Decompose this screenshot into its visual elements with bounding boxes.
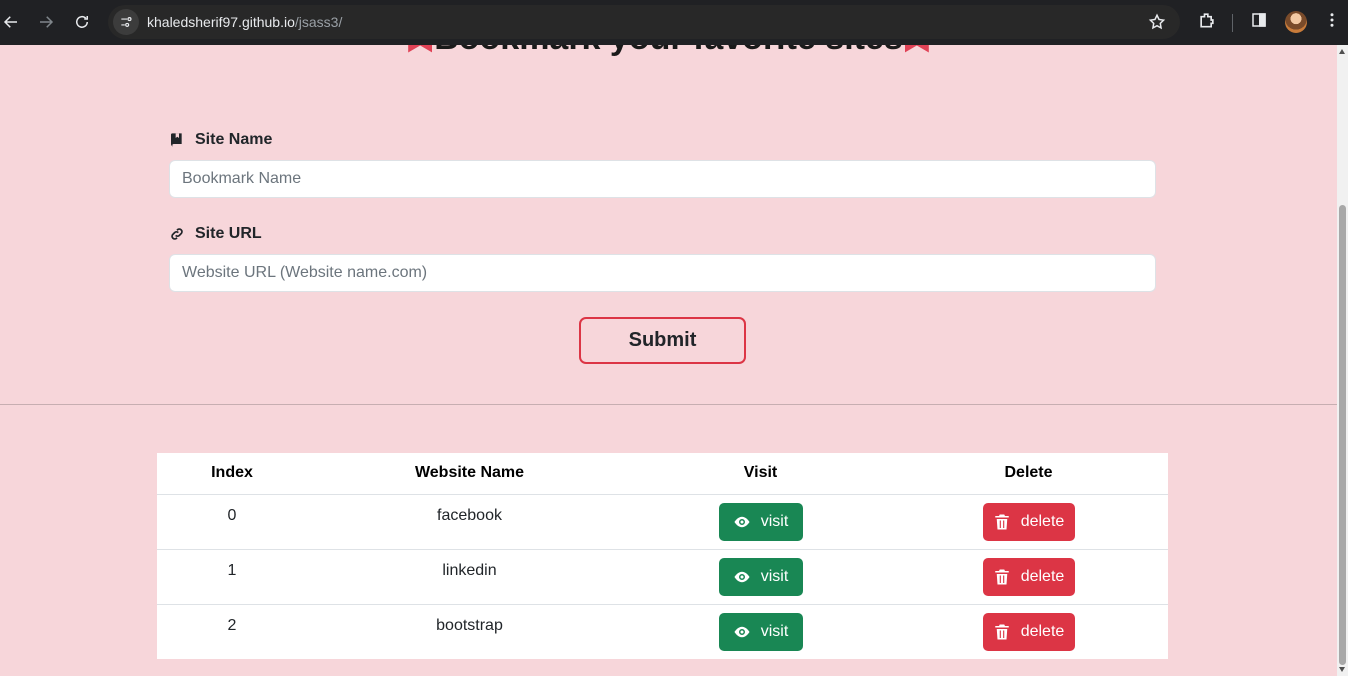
visit-button[interactable]: visit bbox=[718, 502, 803, 541]
delete-button[interactable]: delete bbox=[982, 612, 1075, 651]
extensions-icon[interactable] bbox=[1197, 10, 1217, 30]
column-header-index: Index bbox=[157, 453, 307, 495]
visit-button[interactable]: visit bbox=[718, 612, 803, 651]
site-name-input[interactable] bbox=[169, 160, 1156, 198]
page-title: Bookmark your favorite sites bbox=[434, 45, 903, 58]
visit-button-label: visit bbox=[760, 512, 789, 530]
site-name-label-text: Site Name bbox=[195, 131, 273, 148]
delete-button-label: delete bbox=[1020, 622, 1065, 640]
side-panel-icon[interactable] bbox=[1250, 10, 1268, 30]
delete-button[interactable]: delete bbox=[982, 502, 1075, 541]
page-scrollbar[interactable] bbox=[1337, 45, 1348, 676]
site-url-label-text: Site URL bbox=[195, 225, 262, 242]
link-icon bbox=[171, 228, 183, 240]
visit-button[interactable]: visit bbox=[718, 557, 803, 596]
page-content: Bookmark your favorite sites Site Name S… bbox=[0, 45, 1337, 676]
section-divider bbox=[0, 404, 1337, 405]
page-heading: Bookmark your favorite sites bbox=[0, 45, 1337, 58]
delete-button-label: delete bbox=[1020, 512, 1065, 530]
browser-toolbar: khaledsherif97.github.io/jsass3/ bbox=[0, 0, 1348, 45]
row-website-name: linkedin bbox=[307, 549, 632, 605]
trash-icon bbox=[994, 624, 1009, 640]
table-header-row: Index Website Name Visit Delete bbox=[157, 453, 1168, 495]
row-index: 2 bbox=[227, 616, 237, 634]
profile-avatar[interactable] bbox=[1285, 11, 1307, 33]
table-row: 1 linkedin visit delete bbox=[157, 549, 1168, 605]
bookmark-ribbon-icon bbox=[904, 45, 929, 53]
site-info-icon[interactable] bbox=[113, 9, 139, 35]
row-index: 1 bbox=[157, 549, 307, 605]
menu-kebab-icon[interactable] bbox=[1323, 10, 1341, 30]
delete-button-label: delete bbox=[1020, 567, 1065, 585]
url-path: /jsass3/ bbox=[294, 14, 343, 30]
row-website-name: bootstrap bbox=[436, 616, 503, 634]
column-header-visit: Visit bbox=[632, 453, 889, 495]
back-arrow-icon[interactable] bbox=[0, 7, 26, 37]
trash-icon bbox=[994, 514, 1009, 529]
scroll-up-arrow-icon[interactable] bbox=[1339, 49, 1345, 54]
table-row: 2 bootstrap visit delete bbox=[157, 604, 1168, 659]
toolbar-separator bbox=[1232, 14, 1233, 32]
eye-icon bbox=[734, 626, 750, 637]
trash-icon bbox=[994, 569, 1009, 584]
book-bookmark-icon bbox=[171, 133, 182, 147]
address-bar[interactable]: khaledsherif97.github.io/jsass3/ bbox=[108, 5, 1180, 39]
submit-button[interactable]: Submit bbox=[579, 317, 746, 364]
column-header-website-name: Website Name bbox=[307, 453, 632, 495]
scrollbar-thumb[interactable] bbox=[1339, 205, 1346, 665]
site-name-label: Site Name bbox=[169, 131, 272, 149]
forward-arrow-icon[interactable] bbox=[31, 7, 61, 37]
delete-button[interactable]: delete bbox=[982, 557, 1075, 596]
url-text: khaledsherif97.github.io/jsass3/ bbox=[147, 14, 342, 30]
row-index: 0 bbox=[157, 494, 307, 550]
visit-button-label: visit bbox=[760, 567, 789, 585]
url-host: khaledsherif97.github.io bbox=[147, 14, 295, 30]
site-url-label: Site URL bbox=[169, 225, 262, 243]
site-url-input[interactable] bbox=[169, 254, 1156, 292]
bookmarks-table: Index Website Name Visit Delete 0 facebo… bbox=[157, 453, 1168, 659]
row-website-name: facebook bbox=[307, 494, 632, 550]
scroll-down-arrow-icon[interactable] bbox=[1339, 667, 1345, 672]
table-row: 0 facebook visit delete bbox=[157, 494, 1168, 550]
visit-button-label: visit bbox=[760, 622, 789, 640]
eye-icon bbox=[734, 516, 750, 527]
eye-icon bbox=[734, 571, 750, 582]
bookmark-ribbon-icon bbox=[408, 45, 433, 53]
column-header-delete: Delete bbox=[889, 453, 1168, 495]
bookmark-star-icon[interactable] bbox=[1148, 13, 1166, 31]
reload-icon[interactable] bbox=[67, 7, 97, 37]
